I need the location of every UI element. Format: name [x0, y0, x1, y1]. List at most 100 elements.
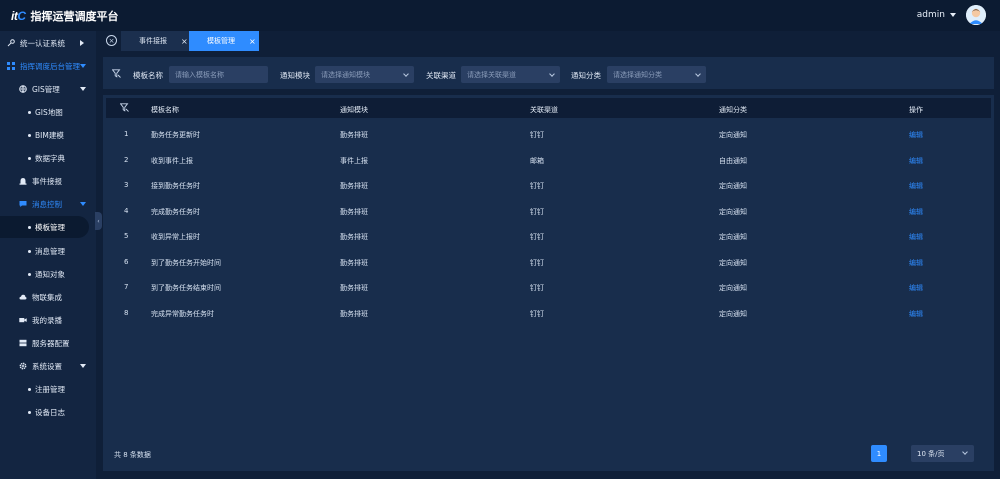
key-icon — [7, 39, 15, 47]
table-row: 5 收到异常上报时 勤务排班 钉钉 定向通知 编辑 — [106, 223, 991, 249]
edit-link[interactable]: 编辑 — [909, 283, 923, 293]
sidebar-item-bim[interactable]: BIM建模 — [0, 124, 96, 146]
template-name-cell: 完成异常勤务任务时 — [151, 309, 214, 318]
template-name-cell: 完成勤务任务时 — [151, 207, 200, 216]
table-row: 8 完成异常勤务任务时 勤务排班 钉钉 定向通知 编辑 — [106, 300, 991, 326]
filter-icon[interactable] — [111, 69, 121, 80]
bullet-icon — [28, 156, 31, 160]
table-filter-icon[interactable] — [119, 103, 129, 114]
template-table-panel: 模板名称 通知模块 关联渠道 通知分类 操作 1 勤务任务更新时 勤务排班 钉钉… — [103, 95, 994, 471]
chevron-down-icon[interactable] — [950, 13, 956, 17]
sidebar-item-notify-target[interactable]: 通知对象 — [0, 263, 96, 285]
bullet-icon — [28, 410, 31, 414]
notify-module-select[interactable]: 请选择通知模块 — [315, 66, 414, 83]
sidebar-item-server-config[interactable]: 服务器配置 — [0, 332, 96, 354]
sidebar-item-gis-map[interactable]: GIS地图 — [0, 101, 96, 123]
sidebar-item-label: 数据字典 — [35, 153, 65, 163]
page-button-1[interactable]: 1 — [871, 445, 887, 462]
table-row: 2 收到事件上报 事件上报 邮箱 自由通知 编辑 — [106, 147, 991, 173]
module-cell: 事件上报 — [340, 156, 368, 165]
sidebar-item-template-management[interactable]: 模板管理 — [0, 216, 89, 238]
template-name-input[interactable]: 请输入模板名称 — [169, 66, 268, 83]
sidebar-item-label: 事件接报 — [32, 176, 62, 186]
sidebar-item-recordings[interactable]: 我的录播 — [0, 309, 96, 331]
column-header-name[interactable]: 模板名称 — [151, 105, 179, 115]
notify-module-label: 通知模块 — [280, 71, 310, 80]
close-icon[interactable]: × — [181, 37, 188, 46]
sidebar-item-device-log[interactable]: 设备日志 — [0, 401, 96, 423]
notify-category-select[interactable]: 请选择通知分类 — [607, 66, 706, 83]
bullet-icon — [28, 387, 31, 391]
page-size-value: 10 条/页 — [917, 449, 945, 458]
sidebar-item-dictionary[interactable]: 数据字典 — [0, 147, 96, 169]
row-number: 8 — [124, 308, 129, 317]
sidebar-item-dispatch-admin[interactable]: 指挥调度后台管理 — [0, 55, 96, 77]
tab-label: 事件接报 — [139, 37, 167, 45]
row-number: 2 — [124, 155, 129, 164]
sidebar-collapse-handle[interactable]: ‹ — [95, 212, 102, 230]
sidebar-item-registration[interactable]: 注册管理 — [0, 378, 96, 400]
sidebar-item-message-control[interactable]: 消息控制 — [0, 193, 96, 215]
user-name[interactable]: admin — [917, 10, 945, 20]
edit-link[interactable]: 编辑 — [909, 309, 923, 319]
column-header-module[interactable]: 通知模块 — [340, 105, 368, 115]
avatar[interactable] — [966, 5, 986, 25]
table-row: 7 到了勤务任务结束时间 勤务排班 钉钉 定向通知 编辑 — [106, 274, 991, 300]
sidebar-item-label: 指挥调度后台管理 — [20, 61, 80, 71]
channel-cell: 钉钉 — [530, 182, 544, 190]
sidebar-item-gis-admin[interactable]: GIS管理 — [0, 78, 96, 100]
tab-template-management[interactable]: 模板管理 × — [189, 31, 259, 51]
sidebar: 统一认证系统 指挥调度后台管理 GIS管理 GIS地图 BIM建模 数据字典 事… — [0, 31, 96, 479]
bullet-icon — [28, 249, 31, 253]
chevron-down-icon — [80, 364, 86, 368]
template-name-cell: 接到勤务任务时 — [151, 182, 200, 190]
select-placeholder: 请选择关联渠道 — [467, 70, 516, 79]
close-icon[interactable]: × — [249, 37, 256, 46]
channel-cell: 钉钉 — [530, 233, 544, 241]
module-cell: 勤务排班 — [340, 207, 368, 216]
close-all-tabs-icon[interactable]: × — [106, 35, 117, 46]
edit-link[interactable]: 编辑 — [909, 207, 923, 217]
category-cell: 定向通知 — [719, 284, 747, 292]
channel-cell: 钉钉 — [530, 309, 544, 318]
related-channel-select[interactable]: 请选择关联渠道 — [461, 66, 560, 83]
edit-link[interactable]: 编辑 — [909, 181, 923, 191]
module-cell: 勤务排班 — [340, 309, 368, 318]
tab-event-report[interactable]: 事件接报 × — [121, 31, 189, 51]
sidebar-item-auth[interactable]: 统一认证系统 — [0, 32, 96, 54]
sidebar-item-system-settings[interactable]: 系统设置 — [0, 355, 96, 377]
video-icon — [19, 316, 27, 324]
sidebar-item-event-report[interactable]: 事件接报 — [0, 170, 96, 192]
select-placeholder: 请选择通知模块 — [321, 70, 370, 79]
column-header-action: 操作 — [909, 106, 923, 114]
chevron-down-icon — [80, 202, 86, 206]
category-cell: 定向通知 — [719, 258, 747, 267]
sidebar-item-iot[interactable]: 物联集成 — [0, 286, 96, 308]
module-cell: 勤务排班 — [340, 131, 368, 139]
notify-category-label: 通知分类 — [571, 71, 601, 80]
edit-link[interactable]: 编辑 — [909, 156, 923, 166]
app-logo: itC 指挥运营调度平台 — [0, 8, 119, 24]
edit-link[interactable]: 编辑 — [909, 258, 923, 268]
table-row: 1 勤务任务更新时 勤务排班 钉钉 定向通知 编辑 — [106, 121, 991, 147]
bullet-icon — [28, 225, 31, 229]
column-header-category[interactable]: 通知分类 — [719, 105, 747, 115]
template-name-cell: 收到异常上报时 — [151, 233, 200, 241]
total-count: 共 8 条数据 — [114, 451, 151, 459]
edit-link[interactable]: 编辑 — [909, 130, 923, 140]
alarm-icon — [19, 177, 27, 185]
user-menu[interactable]: admin — [917, 5, 986, 25]
sidebar-item-message-management[interactable]: 消息管理 — [0, 240, 96, 262]
chevron-down-icon — [695, 71, 701, 77]
row-number: 4 — [124, 206, 129, 215]
column-header-channel[interactable]: 关联渠道 — [530, 105, 558, 115]
sidebar-item-label: 注册管理 — [35, 384, 65, 394]
sidebar-item-label: 通知对象 — [35, 269, 65, 279]
channel-cell: 邮箱 — [530, 156, 544, 165]
module-cell: 勤务排班 — [340, 284, 368, 292]
edit-link[interactable]: 编辑 — [909, 232, 923, 242]
bullet-icon — [28, 272, 31, 276]
chevron-down-icon — [80, 87, 86, 91]
cloud-icon — [19, 293, 27, 301]
page-size-select[interactable]: 10 条/页 — [911, 445, 974, 462]
